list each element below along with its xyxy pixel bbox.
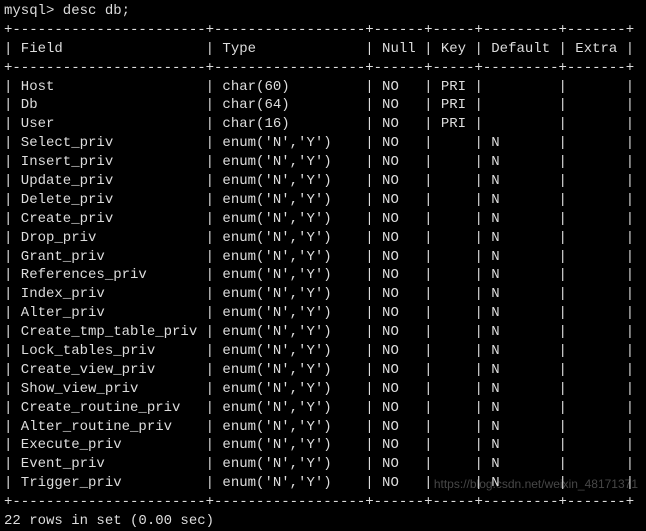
table-row: | Delete_priv | enum('N','Y') | NO | | N… — [4, 191, 642, 210]
table-row: | User | char(16) | NO | PRI | | | — [4, 115, 642, 134]
table-row: | Show_view_priv | enum('N','Y') | NO | … — [4, 380, 642, 399]
table-row: | Select_priv | enum('N','Y') | NO | | N… — [4, 134, 642, 153]
table-row: | Index_priv | enum('N','Y') | NO | | N … — [4, 285, 642, 304]
table-top-border: +-----------------------+---------------… — [4, 21, 642, 40]
table-row: | Create_priv | enum('N','Y') | NO | | N… — [4, 210, 642, 229]
table-row: | References_priv | enum('N','Y') | NO |… — [4, 266, 642, 285]
mysql-prompt[interactable]: mysql> desc db; — [4, 2, 642, 21]
table-row: | Alter_priv | enum('N','Y') | NO | | N … — [4, 304, 642, 323]
watermark: https://blog.csdn.net/weixin_48171371 — [434, 476, 638, 492]
table-row: | Drop_priv | enum('N','Y') | NO | | N |… — [4, 229, 642, 248]
table-row: | Insert_priv | enum('N','Y') | NO | | N… — [4, 153, 642, 172]
table-row: | Grant_priv | enum('N','Y') | NO | | N … — [4, 248, 642, 267]
table-row: | Create_view_priv | enum('N','Y') | NO … — [4, 361, 642, 380]
result-summary: 22 rows in set (0.00 sec) — [4, 512, 642, 531]
table-row: | Db | char(64) | NO | PRI | | | — [4, 96, 642, 115]
table-row: | Host | char(60) | NO | PRI | | | — [4, 78, 642, 97]
table-header-row: | Field | Type | Null | Key | Default | … — [4, 40, 642, 59]
table-bottom-border: +-----------------------+---------------… — [4, 493, 642, 512]
table-row: | Lock_tables_priv | enum('N','Y') | NO … — [4, 342, 642, 361]
table-row: | Event_priv | enum('N','Y') | NO | | N … — [4, 455, 642, 474]
table-row: | Update_priv | enum('N','Y') | NO | | N… — [4, 172, 642, 191]
table-row: | Create_routine_priv | enum('N','Y') | … — [4, 399, 642, 418]
table-row: | Create_tmp_table_priv | enum('N','Y') … — [4, 323, 642, 342]
table-row: | Execute_priv | enum('N','Y') | NO | | … — [4, 436, 642, 455]
table-body: | Host | char(60) | NO | PRI | | || Db |… — [4, 78, 642, 494]
table-mid-border: +-----------------------+---------------… — [4, 59, 642, 78]
table-row: | Alter_routine_priv | enum('N','Y') | N… — [4, 418, 642, 437]
